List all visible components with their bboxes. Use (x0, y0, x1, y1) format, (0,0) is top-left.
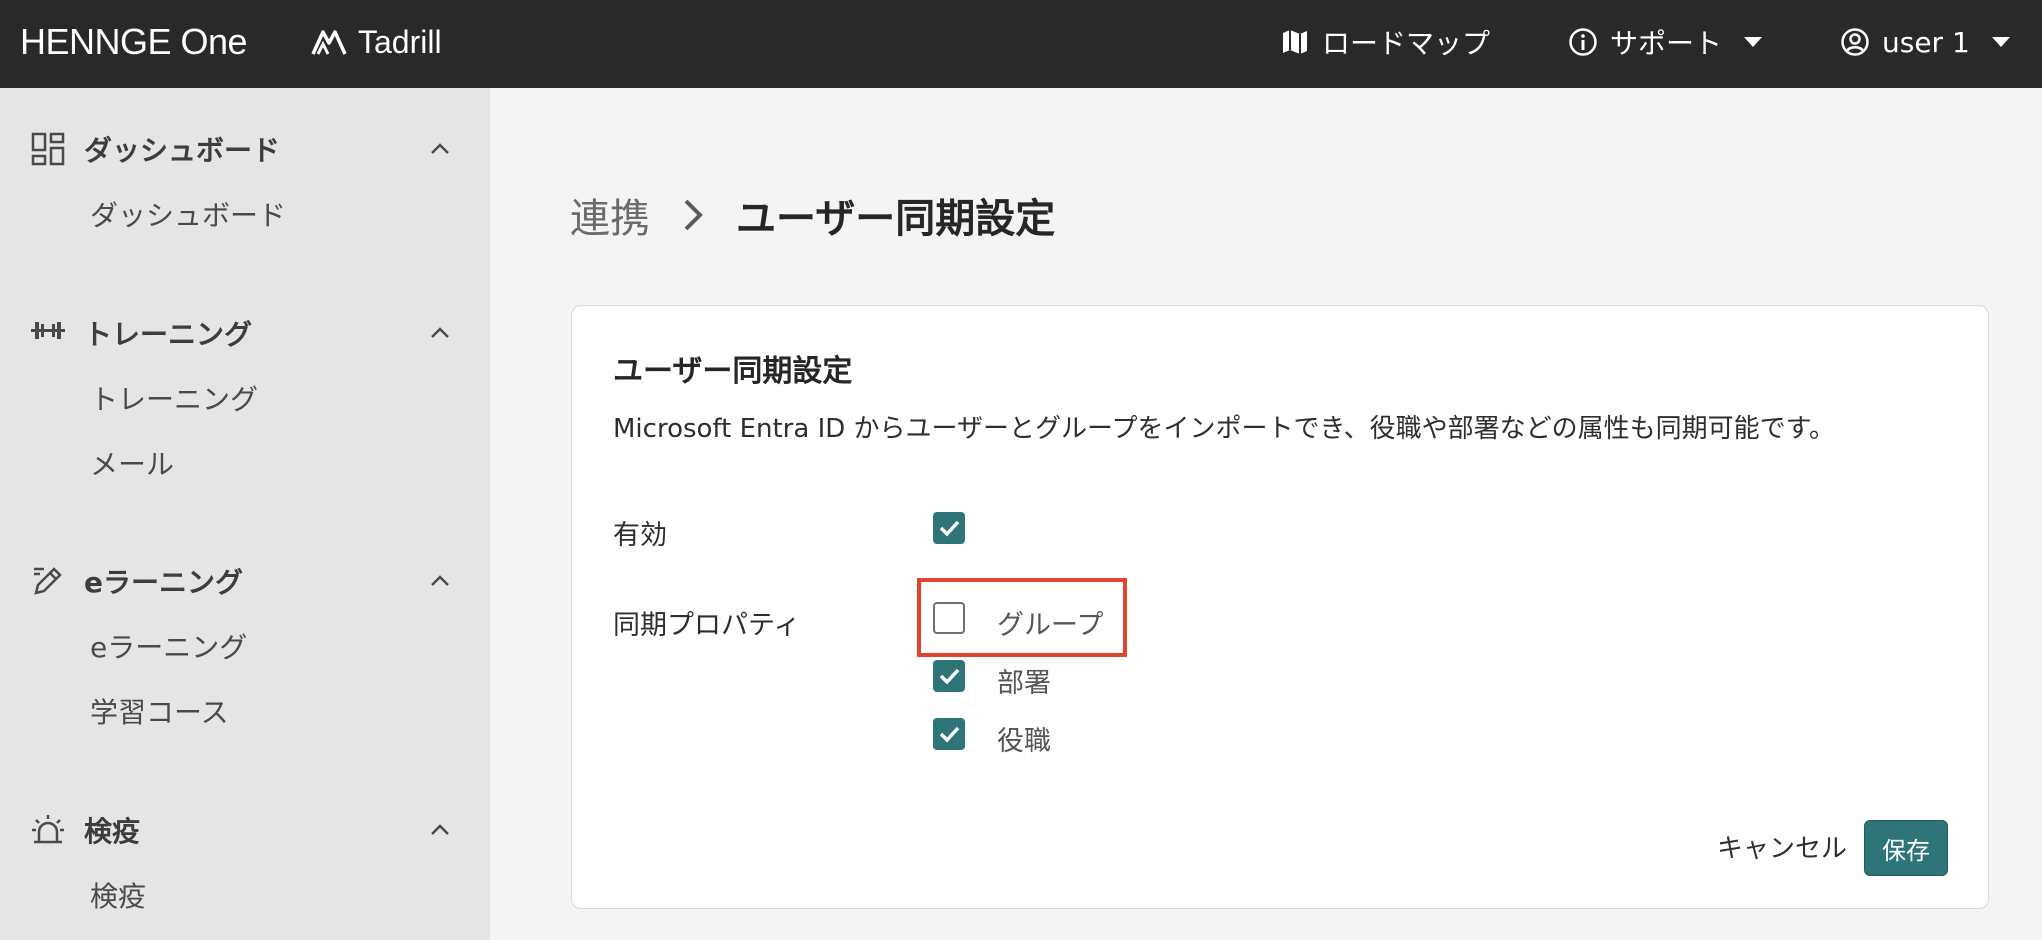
chevron-up-icon[interactable] (428, 137, 452, 161)
sidebar-item-dashboard[interactable]: ダッシュボード (90, 196, 286, 236)
enabled-checkbox[interactable] (933, 512, 965, 544)
brand-logo[interactable]: HENNGE One (20, 20, 248, 64)
user-menu[interactable]: user 1 (1840, 20, 2010, 64)
user-avatar-icon (1841, 28, 1869, 56)
department-option-label[interactable]: 部署 (997, 661, 1051, 700)
caret-down-icon (1744, 37, 1763, 47)
info-icon (1569, 28, 1597, 56)
save-button[interactable]: 保存 (1864, 820, 1948, 876)
check-icon (939, 668, 960, 685)
card-description: Microsoft Entra ID からユーザーとグループをインポートでき、役… (613, 414, 1836, 444)
product-name: Tadrill (358, 23, 442, 60)
check-icon (939, 520, 960, 537)
user-label: user 1 (1882, 25, 1970, 59)
siren-icon (32, 815, 64, 844)
title-option-label[interactable]: 役職 (997, 719, 1051, 758)
chevron-up-icon[interactable] (428, 818, 452, 842)
sidebar-item-elearning[interactable]: eラーニング (90, 628, 247, 668)
sync-properties-label: 同期プロパティ (613, 610, 801, 641)
sidebar-item-course[interactable]: 学習コース (90, 693, 229, 733)
breadcrumb-parent[interactable]: 連携 (570, 186, 650, 244)
chevron-up-icon[interactable] (428, 321, 452, 345)
sidebar-section-title: トレーニング (84, 318, 253, 351)
group-checkbox[interactable] (933, 602, 965, 634)
group-option-label[interactable]: グループ (997, 603, 1103, 642)
support-label: サポート (1610, 27, 1723, 60)
sidebar-section-elearning[interactable]: eラーニング (30, 559, 460, 603)
breadcrumb: 連携 ユーザー同期設定 (570, 185, 1055, 245)
chevron-up-icon[interactable] (428, 569, 452, 593)
caret-down-icon (1991, 37, 2010, 47)
sidebar-section-quarantine[interactable]: 検疫 (30, 808, 460, 852)
roadmap-label: ロードマップ (1322, 27, 1491, 60)
sidebar-item-training[interactable]: トレーニング (90, 380, 258, 420)
dumbbell-icon (31, 322, 65, 339)
top-bar: HENNGE One Tadrill ロードマップ サポート user 1 (0, 0, 2042, 88)
chevron-right-icon (684, 199, 703, 231)
pencil-icon (34, 567, 62, 595)
department-checkbox[interactable] (933, 660, 965, 692)
support-menu[interactable]: サポート (1568, 20, 1763, 64)
sidebar-item-quarantine[interactable]: 検疫 (90, 877, 146, 917)
sidebar-section-title: 検疫 (84, 815, 141, 848)
roadmap-link[interactable]: ロードマップ (1280, 20, 1490, 64)
title-checkbox[interactable] (933, 718, 965, 750)
cancel-button[interactable]: キャンセル (1707, 818, 1857, 874)
page-title: ユーザー同期設定 (736, 196, 1056, 242)
sidebar-section-title: ダッシュボード (84, 134, 281, 167)
user-sync-settings-card: ユーザー同期設定 Microsoft Entra ID からユーザーとグループを… (571, 305, 1989, 909)
card-title: ユーザー同期設定 (613, 354, 853, 389)
check-icon (939, 726, 960, 743)
enabled-label: 有効 (613, 520, 667, 551)
product-logo[interactable]: Tadrill (310, 20, 442, 64)
tadrill-icon (311, 30, 347, 55)
sidebar-section-title: eラーニング (84, 566, 243, 599)
sidebar-item-mail[interactable]: メール (90, 445, 174, 485)
sidebar-section-dashboard[interactable]: ダッシュボード (30, 127, 460, 171)
map-icon (1283, 30, 1307, 54)
dashboard-icon (31, 132, 65, 166)
sidebar-section-training[interactable]: トレーニング (30, 311, 460, 355)
sidebar: ダッシュボード ダッシュボード トレーニング トレーニング メール eラーニング… (0, 88, 490, 940)
